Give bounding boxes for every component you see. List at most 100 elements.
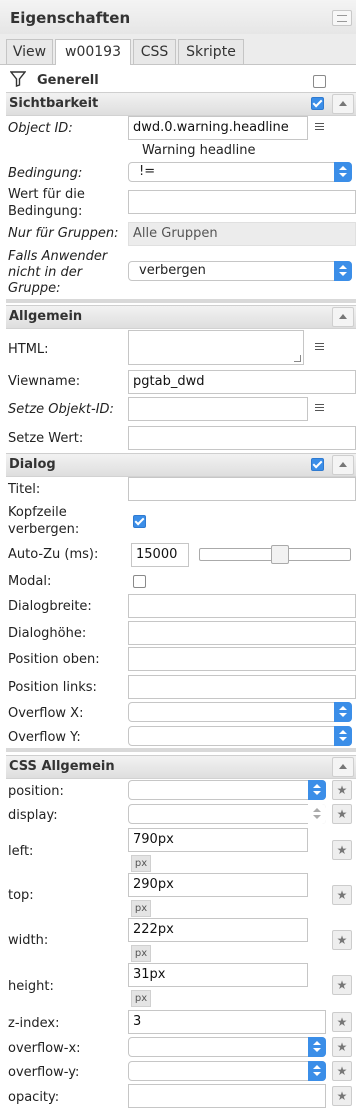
- collapse-icon[interactable]: [332, 455, 354, 475]
- css-overflowy-select[interactable]: [128, 1061, 326, 1081]
- unit-button[interactable]: px: [131, 990, 151, 1007]
- unit-button[interactable]: px: [131, 900, 151, 917]
- nur-gruppen-field[interactable]: Alle Gruppen: [128, 222, 356, 246]
- dialogbreite-field[interactable]: [128, 594, 356, 618]
- chevron-updown-icon: [334, 726, 352, 746]
- dialoghoehe-label: Dialoghöhe:: [8, 626, 87, 641]
- tab-skripte[interactable]: Skripte: [178, 39, 244, 64]
- edit-html-icon[interactable]: [310, 338, 330, 358]
- filter-icon[interactable]: [10, 71, 26, 87]
- wert-field[interactable]: [128, 190, 356, 214]
- falls-select[interactable]: verbergen: [128, 261, 352, 281]
- position-links-label: Position links:: [8, 680, 97, 695]
- css-position-label: position:: [8, 784, 64, 799]
- css-overflowx-select[interactable]: [128, 1037, 326, 1057]
- section-sichtbarkeit[interactable]: Sichtbarkeit: [6, 92, 356, 116]
- css-height-field[interactable]: 31px: [128, 963, 308, 987]
- section-title: CSS Allgemein: [9, 759, 115, 774]
- kopfzeile-label-line1: Kopfzeile: [8, 505, 67, 520]
- star-icon[interactable]: ★: [332, 804, 352, 824]
- css-top-field[interactable]: 290px: [128, 873, 308, 897]
- css-position-select[interactable]: [128, 780, 326, 800]
- css-display-select[interactable]: [128, 804, 326, 824]
- star-icon[interactable]: ★: [332, 1012, 352, 1032]
- kopfzeile-label-line2: verbergen:: [8, 522, 80, 537]
- unit-button[interactable]: px: [131, 945, 151, 962]
- star-icon[interactable]: ★: [332, 930, 352, 950]
- css-width-field[interactable]: 222px: [128, 918, 308, 942]
- setze-objekt-field[interactable]: [128, 397, 308, 421]
- autozu-field[interactable]: 15000: [131, 543, 189, 567]
- chevron-updown-icon: [308, 780, 326, 800]
- slider-handle[interactable]: [271, 545, 289, 564]
- section-title: Sichtbarkeit: [9, 96, 99, 111]
- css-zindex-label: z-index:: [8, 1016, 60, 1031]
- bedingung-select[interactable]: !=: [128, 162, 352, 182]
- modal-checkbox[interactable]: [133, 575, 146, 588]
- panel-menu-button[interactable]: [332, 10, 352, 26]
- section-divider: [6, 299, 356, 303]
- chevron-updown-icon: [334, 261, 352, 281]
- select-object-icon[interactable]: [310, 399, 330, 419]
- star-icon[interactable]: ★: [332, 1061, 352, 1081]
- select-object-icon[interactable]: [310, 118, 330, 138]
- star-icon[interactable]: ★: [332, 1037, 352, 1057]
- dialogbreite-label: Dialogbreite:: [8, 599, 92, 614]
- css-width-label: width:: [8, 933, 49, 948]
- collapse-icon[interactable]: [332, 94, 354, 114]
- tab-bar: View w00193 CSS Skripte: [0, 34, 356, 65]
- titel-field[interactable]: [128, 477, 356, 501]
- filter-label: Generell: [37, 73, 99, 88]
- filter-checkbox[interactable]: [313, 75, 326, 88]
- section-allgemein[interactable]: Allgemein: [6, 305, 356, 329]
- css-overflowy-label: overflow-y:: [8, 1065, 80, 1080]
- sichtbarkeit-checkbox[interactable]: [311, 97, 324, 110]
- tab-css[interactable]: CSS: [133, 39, 176, 64]
- html-label: HTML:: [8, 342, 49, 357]
- star-icon[interactable]: ★: [332, 1086, 352, 1106]
- unit-button[interactable]: px: [131, 855, 151, 872]
- css-overflowx-label: overflow-x:: [8, 1041, 81, 1056]
- css-opacity-field[interactable]: [128, 1084, 326, 1108]
- section-divider: [6, 748, 356, 752]
- html-textarea[interactable]: [128, 330, 304, 365]
- wert-label-line1: Wert für die: [8, 187, 85, 202]
- setze-wert-field[interactable]: [128, 426, 356, 450]
- falls-label-line2: nicht in der: [8, 265, 83, 280]
- overflow-y-select[interactable]: [128, 726, 352, 746]
- css-display-label: display:: [8, 808, 58, 823]
- collapse-icon[interactable]: [332, 307, 354, 327]
- dialoghoehe-field[interactable]: [128, 621, 356, 645]
- panel-title: Eigenschaften: [10, 9, 131, 27]
- viewname-field[interactable]: pgtab_dwd: [128, 370, 356, 394]
- viewname-label: Viewname:: [8, 374, 81, 389]
- star-icon[interactable]: ★: [332, 975, 352, 995]
- section-dialog[interactable]: Dialog: [6, 453, 356, 477]
- object-id-field[interactable]: dwd.0.warning.headline: [128, 116, 308, 140]
- star-icon[interactable]: ★: [332, 840, 352, 860]
- position-links-field[interactable]: [128, 675, 356, 699]
- star-icon[interactable]: ★: [332, 780, 352, 800]
- css-opacity-label: opacity:: [8, 1090, 60, 1105]
- section-css-allgemein[interactable]: CSS Allgemein: [6, 755, 356, 779]
- css-left-field[interactable]: 790px: [128, 828, 308, 852]
- falls-value: verbergen: [139, 263, 206, 278]
- titel-label: Titel:: [8, 482, 41, 497]
- css-zindex-field[interactable]: 3: [128, 1010, 326, 1034]
- tab-view[interactable]: View: [6, 39, 53, 64]
- tab-widget[interactable]: w00193: [55, 39, 131, 65]
- modal-label: Modal:: [8, 574, 52, 589]
- autozu-label: Auto-Zu (ms):: [8, 547, 99, 562]
- position-oben-label: Position oben:: [8, 652, 100, 667]
- chevron-updown-icon: [334, 702, 352, 722]
- overflow-x-select[interactable]: [128, 702, 352, 722]
- autozu-slider[interactable]: [199, 545, 351, 564]
- chevron-updown-icon: [308, 1061, 326, 1081]
- collapse-icon[interactable]: [332, 757, 354, 777]
- dialog-checkbox[interactable]: [311, 458, 324, 471]
- kopfzeile-checkbox[interactable]: [133, 515, 146, 528]
- chevron-updown-icon: [308, 1037, 326, 1057]
- overflow-x-label: Overflow X:: [8, 706, 84, 721]
- star-icon[interactable]: ★: [332, 885, 352, 905]
- position-oben-field[interactable]: [128, 647, 356, 671]
